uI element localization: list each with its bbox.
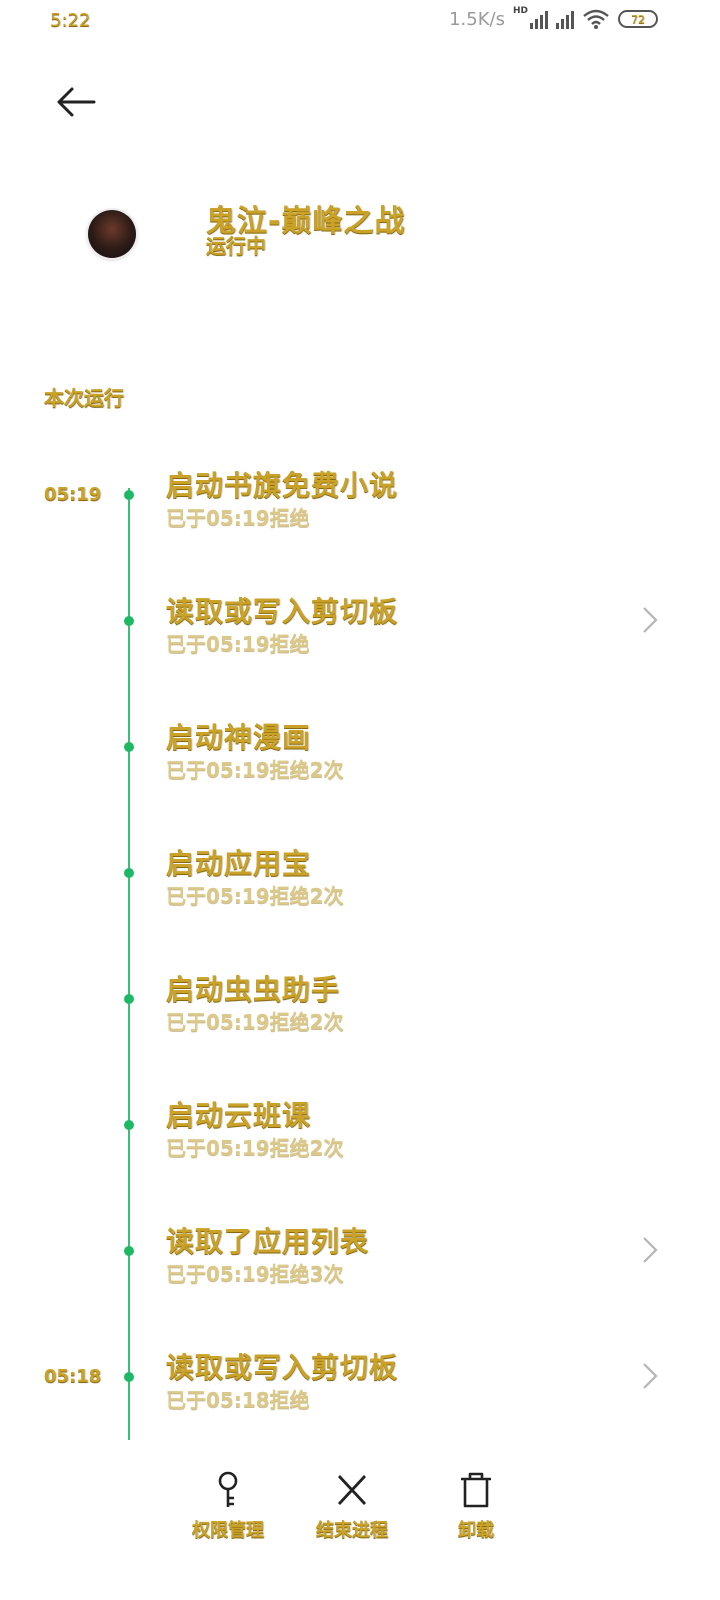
entry-subtitle: 已于05:18拒绝 [166,1388,310,1412]
entry-subtitle: 已于05:19拒绝2次 [166,884,344,908]
timeline-dot [124,1372,134,1382]
section-label: 本次运行 [44,386,124,410]
app-icon [88,210,136,258]
timeline-entry: 启动虫虫助手 已于05:19拒绝2次 [0,956,720,1066]
timeline-dot [124,1246,134,1256]
uninstall-button[interactable]: 卸载 [416,1460,536,1550]
entry-title: 读取或写入剪切板 [166,1351,399,1384]
uninstall-label: 卸载 [458,1520,494,1541]
battery-icon: 72 [618,10,658,28]
back-button[interactable] [54,84,98,120]
chevron-right-icon [643,1363,658,1389]
chevron-right-icon [643,607,658,633]
arrow-left-icon [57,87,96,117]
entry-time: 05:18 [44,1366,102,1387]
entry-title: 启动神漫画 [166,721,312,754]
chevron-right-icon [643,1237,658,1263]
entry-title: 启动云班课 [166,1099,312,1132]
timeline-dot [124,742,134,752]
timeline-entry[interactable]: 读取或写入剪切板 已于05:19拒绝 [0,578,720,688]
wifi-icon [583,9,609,29]
timeline-entry: 05:19 启动书旗免费小说 已于05:19拒绝 [0,452,720,562]
signal-icon [530,9,548,29]
timeline-dot [124,868,134,878]
timeline-entry[interactable]: 读取了应用列表 已于05:19拒绝3次 [0,1208,720,1318]
permissions-label: 权限管理 [192,1520,264,1541]
entry-title: 启动书旗免费小说 [166,469,399,502]
timeline-dot [124,994,134,1004]
entry-subtitle: 已于05:19拒绝 [166,632,310,656]
hd-badge: HD [512,6,528,16]
timeline-dot [124,616,134,626]
battery-level: 72 [631,12,645,26]
timeline-entry: 启动云班课 已于05:19拒绝2次 [0,1082,720,1192]
permissions-button[interactable]: 权限管理 [168,1460,288,1550]
entry-subtitle: 已于05:19拒绝2次 [166,758,344,782]
end-process-label: 结束进程 [316,1520,388,1541]
timeline-entry: 启动应用宝 已于05:19拒绝2次 [0,830,720,940]
timeline-entry[interactable]: 05:18 读取或写入剪切板 已于05:18拒绝 [0,1334,720,1444]
entry-subtitle: 已于05:19拒绝2次 [166,1136,344,1160]
key-icon [218,1471,238,1507]
app-status: 运行中 [206,234,266,258]
timeline-dot [124,1120,134,1130]
timeline-entry: 启动神漫画 已于05:19拒绝2次 [0,704,720,814]
trash-icon [461,1472,491,1508]
status-icons: 1.5K/s HD 72 [449,6,658,30]
status-time: 5:22 [50,10,91,31]
bottom-action-bar: 权限管理 结束进程 卸载 [0,1460,720,1580]
entry-title: 读取了应用列表 [166,1225,370,1258]
status-bar: 5:22 1.5K/s HD 72 [0,0,720,44]
entry-subtitle: 已于05:19拒绝 [166,506,310,530]
app-header: 鬼泣-巅峰之战 运行中 [88,196,648,276]
network-speed: 1.5K/s [449,8,505,30]
close-icon [337,1475,367,1505]
signal-icon [556,9,574,29]
entry-subtitle: 已于05:19拒绝2次 [166,1010,344,1034]
entry-title: 启动应用宝 [166,847,312,880]
entry-title: 启动虫虫助手 [166,973,341,1006]
end-process-button[interactable]: 结束进程 [292,1460,412,1550]
entry-time: 05:19 [44,484,102,505]
timeline-dot [124,490,134,500]
entry-subtitle: 已于05:19拒绝3次 [166,1262,344,1286]
entry-title: 读取或写入剪切板 [166,595,399,628]
